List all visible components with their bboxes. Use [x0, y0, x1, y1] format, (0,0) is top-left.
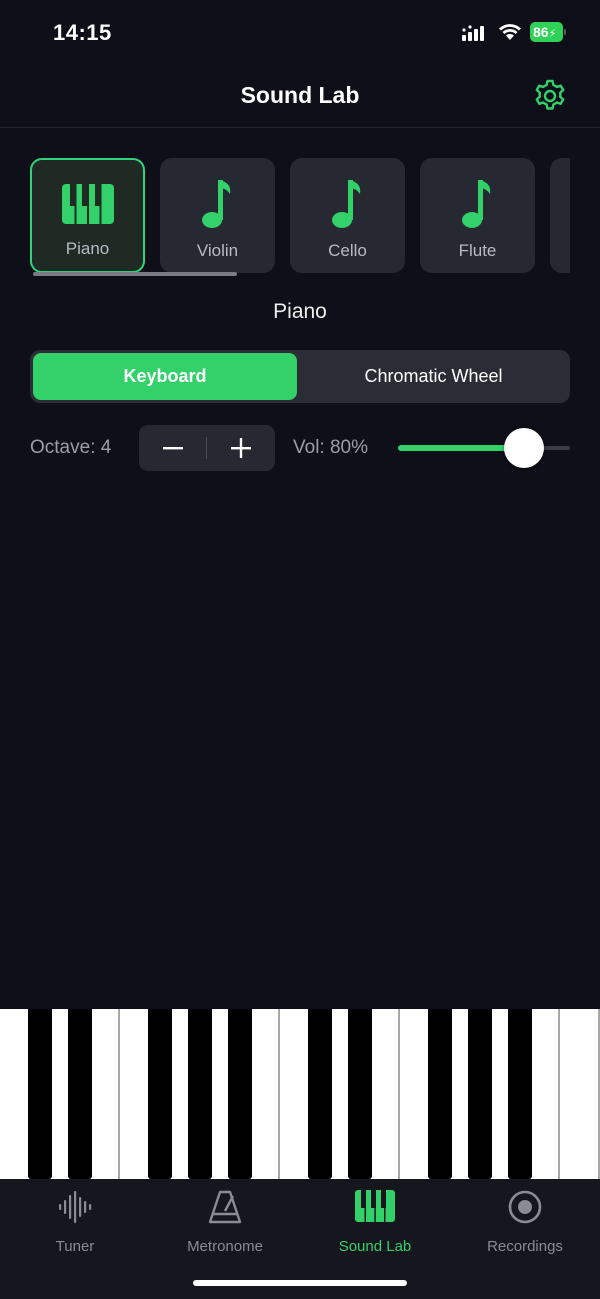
tab-label: Recordings: [487, 1238, 563, 1255]
octave-stepper: [139, 425, 275, 471]
selected-instrument-name: Piano: [273, 300, 327, 323]
piano-keyboard: [0, 1009, 600, 1179]
black-key[interactable]: [308, 1009, 332, 1179]
piano-icon: [355, 1190, 395, 1222]
piano-icon: [61, 184, 114, 224]
instrument-label: Piano: [65, 239, 110, 258]
music-note-icon: [461, 180, 490, 228]
instrument-partial[interactable]: [550, 158, 570, 273]
instrument-piano[interactable]: Piano: [30, 158, 145, 273]
tab-recordings[interactable]: Recordings: [450, 1187, 600, 1257]
status-time: 14:15: [53, 20, 112, 45]
instrument-label: Violin: [196, 241, 239, 260]
plus-icon: [230, 438, 251, 458]
tab-label: Tuner: [55, 1238, 95, 1255]
metronome-icon: [208, 1190, 242, 1224]
instrument-cello[interactable]: Cello: [290, 158, 405, 273]
music-note-icon: [201, 180, 230, 228]
instrument-violin[interactable]: Violin: [160, 158, 275, 273]
waveform-icon: [59, 1191, 92, 1223]
black-key[interactable]: [28, 1009, 52, 1179]
black-key[interactable]: [228, 1009, 252, 1179]
settings-gear-icon[interactable]: [532, 78, 568, 114]
minus-icon: [162, 447, 183, 450]
octave-increment-button[interactable]: [207, 425, 274, 471]
octave-label: Octave: 4: [30, 437, 112, 458]
music-note-icon: [331, 180, 360, 228]
status-bar: 14:15 86⚡: [0, 0, 600, 64]
volume-slider-thumb[interactable]: [503, 428, 544, 468]
battery-level: 86⚡: [530, 22, 563, 42]
black-key[interactable]: [468, 1009, 492, 1179]
white-key[interactable]: [560, 1009, 600, 1179]
octave-decrement-button[interactable]: [139, 425, 206, 471]
volume-slider[interactable]: [398, 428, 570, 468]
tab-metronome[interactable]: Metronome: [150, 1187, 300, 1257]
record-icon: [508, 1190, 542, 1224]
tab-tuner[interactable]: Tuner: [0, 1187, 150, 1257]
cellular-signal-icon: [462, 25, 484, 41]
page-title: Sound Lab: [240, 82, 360, 108]
tab-label: Metronome: [187, 1238, 263, 1255]
volume-label: Vol: 80%: [293, 437, 368, 458]
header: Sound Lab: [0, 64, 600, 128]
mode-segmented-control: Keyboard Chromatic Wheel: [30, 350, 570, 403]
carousel-scroll-indicator: [33, 272, 237, 276]
black-key[interactable]: [348, 1009, 372, 1179]
battery-icon: 86⚡: [530, 22, 566, 42]
instrument-carousel[interactable]: Piano Violin Cello Flute: [30, 158, 570, 276]
black-key[interactable]: [148, 1009, 172, 1179]
instrument-label: Cello: [328, 241, 367, 260]
black-key[interactable]: [68, 1009, 92, 1179]
keyboard-mode-button[interactable]: Keyboard: [33, 353, 297, 400]
instrument-label: Flute: [458, 241, 497, 260]
instrument-flute[interactable]: Flute: [420, 158, 535, 273]
black-key[interactable]: [188, 1009, 212, 1179]
black-key[interactable]: [508, 1009, 532, 1179]
tab-label: Sound Lab: [338, 1238, 412, 1255]
wifi-icon: [499, 24, 521, 40]
home-indicator: [193, 1280, 407, 1286]
chromatic-wheel-mode-button[interactable]: Chromatic Wheel: [300, 353, 567, 400]
tab-sound-lab[interactable]: Sound Lab: [300, 1187, 450, 1257]
black-key[interactable]: [428, 1009, 452, 1179]
